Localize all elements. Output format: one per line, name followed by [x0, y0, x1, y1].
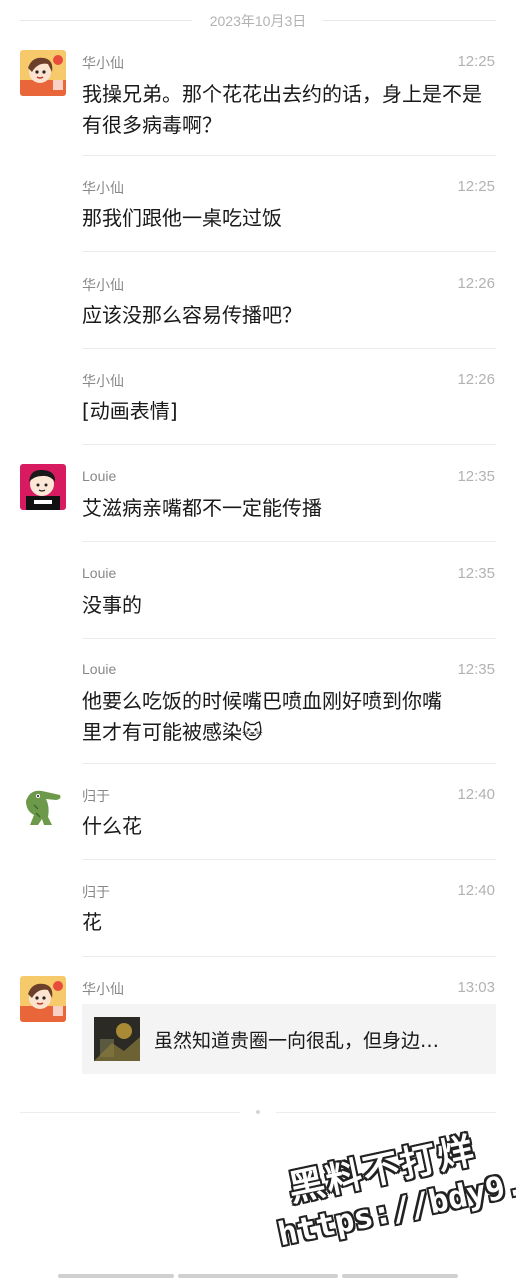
- sender-name: 归于: [82, 788, 110, 804]
- message-text[interactable]: 我操兄弟。那个花花出去约的话，身上是不是有很多病毒啊？: [82, 79, 487, 141]
- shared-link-card[interactable]: 虽然知道贵圈一向很乱，但身边…: [82, 1004, 496, 1074]
- cat-emoji-icon: 🐱: [242, 720, 263, 744]
- link-thumbnail: [94, 1017, 140, 1061]
- message-time: 12:35: [457, 468, 495, 485]
- message-divider: [82, 251, 496, 252]
- message-text[interactable]: 那我们跟他一桌吃过饭: [82, 203, 487, 234]
- message-text-line: 他要么吃饭的时候嘴巴喷血刚好喷到你嘴: [82, 689, 442, 713]
- sender-name: 归于: [82, 884, 110, 900]
- message-time: 12:26: [457, 371, 495, 388]
- date-label: 2023年10月3日: [209, 13, 307, 29]
- message-time: 12:40: [457, 786, 495, 803]
- message-text[interactable]: 他要么吃饭的时候嘴巴喷血刚好喷到你嘴 里才有可能被感染🐱: [82, 686, 487, 748]
- cartoon-girl-avatar-icon[interactable]: [20, 50, 66, 96]
- sender-name: Louie: [82, 565, 117, 581]
- message-text[interactable]: 应该没那么容易传播吧？: [82, 300, 487, 331]
- message-time: 12:25: [457, 53, 495, 70]
- sender-name: Louie: [82, 661, 117, 677]
- message-time: 13:03: [457, 979, 495, 996]
- cartoon-boy-avatar-icon[interactable]: [20, 464, 66, 510]
- message-time: 12:35: [457, 661, 495, 678]
- message-time: 12:35: [457, 565, 495, 582]
- sender-name: 华小仙: [82, 55, 124, 71]
- sender-name: 华小仙: [82, 277, 124, 293]
- bottom-bar-segment: [178, 1274, 338, 1278]
- message-divider: [82, 155, 496, 156]
- sender-name: 华小仙: [82, 981, 124, 997]
- sender-name: 华小仙: [82, 373, 124, 389]
- green-crocodile-avatar-icon[interactable]: [20, 783, 66, 829]
- watermark: 黑料不打烊 https://bdy9.co: [248, 1082, 516, 1267]
- footer-line-left: [20, 1112, 240, 1113]
- message-divider: [82, 956, 496, 957]
- bottom-bar-segment: [58, 1274, 174, 1278]
- cartoon-girl-avatar-icon[interactable]: [20, 976, 66, 1022]
- message-divider: [82, 444, 496, 445]
- link-title: 虽然知道贵圈一向很乱，但身边…: [154, 1030, 440, 1052]
- message-divider: [82, 859, 496, 860]
- message-divider: [82, 638, 496, 639]
- sender-name: Louie: [82, 468, 117, 484]
- message-divider: [82, 541, 496, 542]
- message-text[interactable]: 花: [82, 907, 487, 938]
- sender-name: 华小仙: [82, 180, 124, 196]
- message-time: 12:25: [457, 178, 495, 195]
- message-time: 12:26: [457, 275, 495, 292]
- message-divider: [82, 763, 496, 764]
- message-text-line: 里才有可能被感染: [82, 720, 242, 744]
- footer-dot: [256, 1110, 260, 1114]
- message-text[interactable]: 艾滋病亲嘴都不一定能传播: [82, 493, 487, 524]
- bottom-bar-segment: [342, 1274, 458, 1278]
- message-time: 12:40: [457, 882, 495, 899]
- message-text[interactable]: [动画表情]: [82, 396, 487, 427]
- message-text[interactable]: 没事的: [82, 590, 487, 621]
- message-text[interactable]: 什么花: [82, 811, 487, 842]
- date-line-right: [322, 20, 496, 21]
- message-divider: [82, 348, 496, 349]
- date-separator: 2023年10月3日: [0, 8, 516, 34]
